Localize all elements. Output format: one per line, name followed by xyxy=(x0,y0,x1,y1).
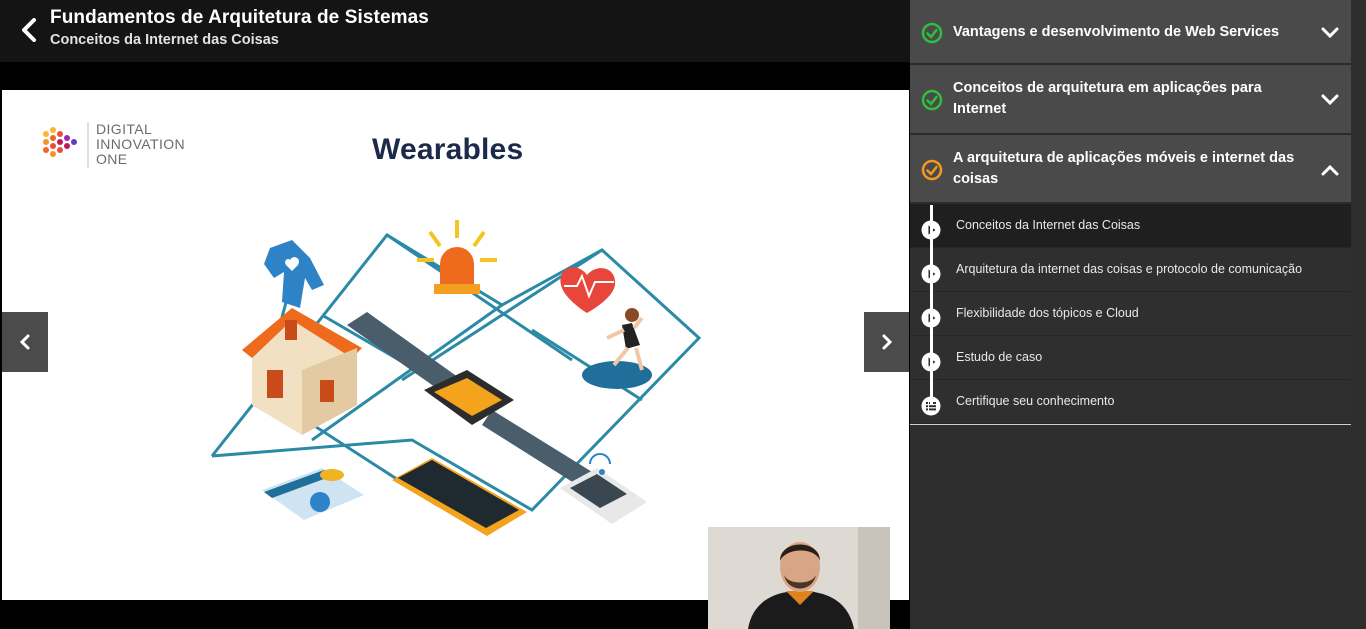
video-player[interactable]: DIGITAL INNOVATION ONE Wearables xyxy=(0,62,910,629)
lesson-label: Conceitos da Internet das Coisas xyxy=(956,218,1141,232)
lesson-item[interactable]: Certifique seu conhecimento xyxy=(910,380,1351,424)
module-title: A arquitetura de aplicações móveis e int… xyxy=(953,150,1295,187)
chevron-down-icon[interactable] xyxy=(1319,22,1341,44)
siren-icon xyxy=(417,220,497,294)
chevron-up-icon[interactable] xyxy=(1319,159,1341,181)
instructor-video-icon xyxy=(708,527,890,629)
credit-card-icon xyxy=(262,468,364,520)
module-title: Vantagens e desenvolvimento de Web Servi… xyxy=(953,24,1280,40)
lesson-subtitle: Conceitos da Internet das Coisas xyxy=(50,32,279,48)
chevron-down-icon[interactable] xyxy=(1319,89,1341,111)
module-web-services[interactable]: Vantagens e desenvolvimento de Web Servi… xyxy=(910,0,1351,65)
lesson-label: Estudo de caso xyxy=(956,350,1043,364)
course-title: Fundamentos de Arquitetura de Sistemas xyxy=(50,7,429,28)
module-title: Conceitos de arquitetura em aplicações p… xyxy=(953,80,1262,117)
lesson-item[interactable]: Conceitos da Internet das Coisas xyxy=(910,204,1351,248)
slide-title: Wearables xyxy=(372,133,524,166)
lesson-label: Arquitetura da internet das coisas e pro… xyxy=(956,262,1303,276)
chevron-right-icon xyxy=(882,334,893,350)
heart-icon xyxy=(560,267,616,313)
runner-icon xyxy=(582,308,652,389)
next-slide-button[interactable] xyxy=(864,312,909,372)
lesson-label: Certifique seu conhecimento xyxy=(956,394,1115,408)
lesson-item[interactable]: Estudo de caso xyxy=(910,336,1351,380)
completed-check-icon xyxy=(921,22,943,44)
lesson-list-divider xyxy=(910,424,1351,425)
lesson-list: Conceitos da Internet das Coisas Arquite… xyxy=(910,204,1351,424)
lesson-item[interactable]: Arquitetura da internet das coisas e pro… xyxy=(910,248,1351,292)
wearables-illustration xyxy=(210,220,702,536)
module-internet-architecture[interactable]: Conceitos de arquitetura em aplicações p… xyxy=(910,65,1351,135)
previous-slide-button[interactable] xyxy=(2,312,48,372)
chevron-left-icon xyxy=(19,334,30,350)
shirt-icon xyxy=(264,240,324,308)
lesson-timeline xyxy=(930,205,933,405)
module-mobile-iot[interactable]: A arquitetura de aplicações móveis e int… xyxy=(910,135,1351,204)
lesson-label: Flexibilidade dos tópicos e Cloud xyxy=(956,306,1139,320)
instructor-webcam xyxy=(708,527,890,629)
presentation-slide: DIGITAL INNOVATION ONE Wearables xyxy=(2,90,909,600)
player-header: Fundamentos de Arquitetura de Sistemas C… xyxy=(0,0,910,62)
smartwatch-icon xyxy=(347,312,597,488)
dio-logo-text: DIGITAL INNOVATION ONE xyxy=(96,121,186,167)
completed-check-icon xyxy=(921,89,943,111)
course-sidebar: Vantagens e desenvolvimento de Web Servi… xyxy=(910,0,1366,629)
in-progress-check-icon xyxy=(921,159,943,181)
chevron-left-icon xyxy=(22,18,36,42)
back-button[interactable] xyxy=(16,16,42,44)
lesson-item[interactable]: Flexibilidade dos tópicos e Cloud xyxy=(910,292,1351,336)
